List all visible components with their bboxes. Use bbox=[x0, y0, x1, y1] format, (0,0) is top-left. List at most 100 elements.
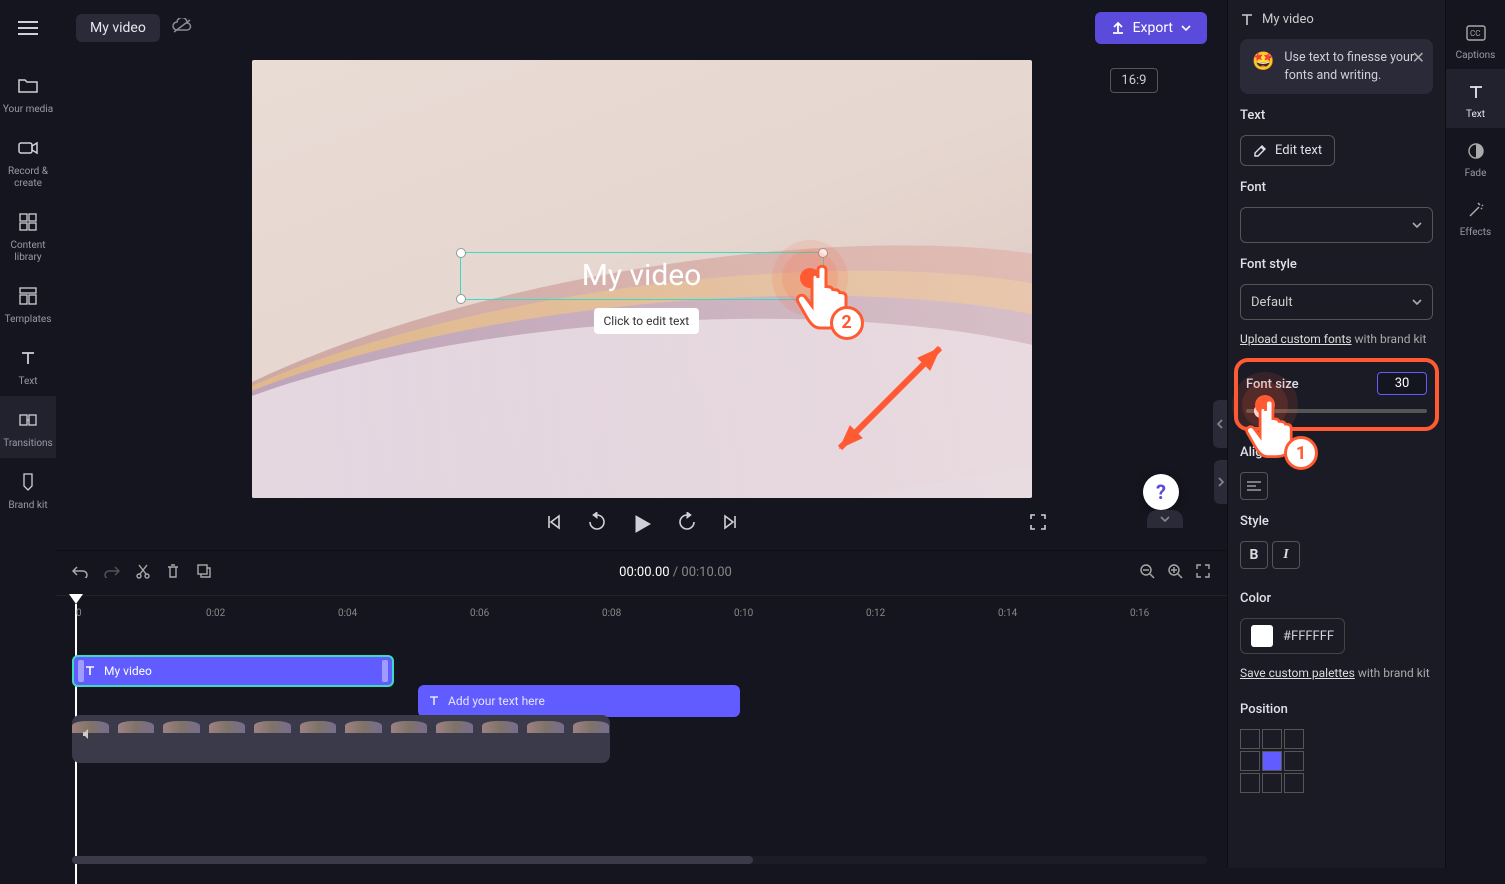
close-tip-button[interactable]: ✕ bbox=[1412, 47, 1425, 69]
edit-text-button[interactable]: Edit text bbox=[1240, 135, 1335, 166]
overlay-text: My video bbox=[582, 258, 702, 293]
ruler-tick: 0:12 bbox=[866, 608, 885, 619]
font-style-value: Default bbox=[1251, 295, 1293, 310]
nav-label: Templates bbox=[5, 314, 52, 326]
nav-templates[interactable]: Templates bbox=[0, 272, 56, 334]
text-icon bbox=[1240, 13, 1254, 27]
nav-label: Text bbox=[18, 376, 37, 388]
position-grid bbox=[1240, 729, 1433, 793]
position-cell[interactable] bbox=[1284, 729, 1304, 749]
position-cell[interactable] bbox=[1284, 751, 1304, 771]
step-badge: 1 bbox=[1284, 436, 1318, 470]
italic-button[interactable]: I bbox=[1272, 541, 1300, 569]
section-color-label: Color bbox=[1240, 591, 1433, 606]
resize-handle[interactable] bbox=[456, 248, 466, 258]
text-clip-icon bbox=[84, 665, 96, 677]
position-cell[interactable] bbox=[1262, 729, 1282, 749]
nav-label: Brand kit bbox=[8, 500, 47, 512]
captions-icon: CC bbox=[1466, 22, 1486, 44]
position-cell-selected[interactable] bbox=[1262, 751, 1282, 771]
save-palettes-link[interactable]: Save custom palettes with brand kit bbox=[1240, 666, 1433, 680]
section-font-label: Font bbox=[1240, 180, 1433, 195]
collapse-timeline-button[interactable] bbox=[1147, 510, 1183, 528]
edit-text-tooltip: Click to edit text bbox=[594, 308, 700, 334]
transitions-icon bbox=[19, 408, 37, 432]
play-button[interactable] bbox=[631, 513, 653, 535]
clip-label: My video bbox=[104, 664, 152, 678]
font-select[interactable] bbox=[1240, 207, 1433, 243]
forward-button[interactable] bbox=[677, 512, 697, 536]
help-button[interactable]: ? bbox=[1143, 474, 1179, 510]
far-effects[interactable]: Effects bbox=[1446, 187, 1505, 246]
position-cell[interactable] bbox=[1240, 751, 1260, 771]
text-clip-icon bbox=[428, 695, 440, 707]
nav-transitions[interactable]: Transitions bbox=[0, 396, 56, 458]
position-cell[interactable] bbox=[1262, 773, 1282, 793]
effects-icon bbox=[1467, 199, 1485, 221]
zoom-in-button[interactable] bbox=[1167, 563, 1183, 583]
preview-canvas[interactable]: My video Click to edit text 2 bbox=[252, 60, 1032, 498]
rewind-button[interactable] bbox=[587, 512, 607, 536]
playhead[interactable] bbox=[69, 594, 83, 604]
timeline-scrollbar[interactable] bbox=[72, 856, 1207, 864]
expand-right-panel-button[interactable] bbox=[1213, 400, 1227, 448]
nav-brand-kit[interactable]: Brand kit bbox=[0, 458, 56, 520]
skip-start-button[interactable] bbox=[545, 513, 563, 535]
font-size-input[interactable] bbox=[1377, 372, 1427, 395]
far-label: Fade bbox=[1465, 168, 1487, 179]
undo-button[interactable] bbox=[72, 563, 88, 582]
position-cell[interactable] bbox=[1240, 729, 1260, 749]
hamburger-menu[interactable] bbox=[6, 6, 50, 50]
far-label: Text bbox=[1466, 109, 1485, 120]
redo-button[interactable] bbox=[104, 563, 120, 582]
nav-record-create[interactable]: Record & create bbox=[0, 124, 56, 198]
nav-label: Content library bbox=[0, 240, 56, 264]
color-picker[interactable]: #FFFFFF bbox=[1240, 618, 1345, 654]
brand-kit-icon bbox=[20, 470, 36, 494]
fit-zoom-button[interactable] bbox=[1195, 563, 1211, 583]
far-text[interactable]: Text bbox=[1446, 69, 1505, 128]
clip-trim-handle[interactable] bbox=[78, 660, 84, 682]
align-left-button[interactable] bbox=[1240, 472, 1268, 500]
edit-text-label: Edit text bbox=[1275, 143, 1322, 158]
color-hex: #FFFFFF bbox=[1283, 629, 1334, 644]
ruler-tick: 0 bbox=[76, 608, 82, 619]
far-label: Captions bbox=[1456, 50, 1496, 61]
duplicate-button[interactable] bbox=[196, 563, 212, 583]
section-font-style-label: Font style bbox=[1240, 257, 1433, 272]
nav-your-media[interactable]: Your media bbox=[0, 62, 56, 124]
text-icon bbox=[20, 346, 36, 370]
resize-handle[interactable] bbox=[456, 294, 466, 304]
color-swatch bbox=[1251, 625, 1273, 647]
ruler-tick: 0:10 bbox=[734, 608, 753, 619]
timeline-ruler[interactable]: 0 0:02 0:04 0:06 0:08 0:10 0:12 0:14 0:1… bbox=[56, 595, 1227, 625]
far-captions[interactable]: CC Captions bbox=[1446, 10, 1505, 69]
position-cell[interactable] bbox=[1284, 773, 1304, 793]
bold-button[interactable]: B bbox=[1240, 541, 1268, 569]
tip-card: 🤩 Use text to finesse your fonts and wri… bbox=[1240, 39, 1433, 94]
split-button[interactable] bbox=[136, 563, 150, 583]
delete-button[interactable] bbox=[166, 563, 180, 583]
text-overlay-box[interactable]: My video bbox=[460, 252, 824, 300]
clip-trim-handle[interactable] bbox=[382, 660, 388, 682]
font-style-select[interactable]: Default bbox=[1240, 284, 1433, 320]
nav-label: Your media bbox=[3, 104, 53, 116]
tip-emoji-icon: 🤩 bbox=[1252, 49, 1274, 84]
export-button[interactable]: Export bbox=[1095, 12, 1207, 44]
skip-end-button[interactable] bbox=[721, 513, 739, 535]
nav-text[interactable]: Text bbox=[0, 334, 56, 396]
project-title[interactable]: My video bbox=[76, 14, 160, 42]
section-position-label: Position bbox=[1240, 702, 1433, 717]
text-clip-placeholder[interactable]: Add your text here bbox=[418, 685, 740, 717]
nav-content-library[interactable]: Content library bbox=[0, 198, 56, 272]
text-clip-selected[interactable]: My video bbox=[72, 655, 394, 687]
zoom-out-button[interactable] bbox=[1139, 563, 1155, 583]
aspect-ratio-badge[interactable]: 16:9 bbox=[1110, 68, 1157, 93]
video-clip[interactable] bbox=[72, 715, 610, 763]
fullscreen-button[interactable] bbox=[1029, 513, 1047, 535]
expand-left-panel-button[interactable] bbox=[1214, 460, 1228, 504]
upload-fonts-link[interactable]: Upload custom fonts with brand kit bbox=[1240, 332, 1433, 346]
position-cell[interactable] bbox=[1240, 773, 1260, 793]
chevron-down-icon bbox=[1181, 25, 1191, 31]
far-fade[interactable]: Fade bbox=[1446, 128, 1505, 187]
